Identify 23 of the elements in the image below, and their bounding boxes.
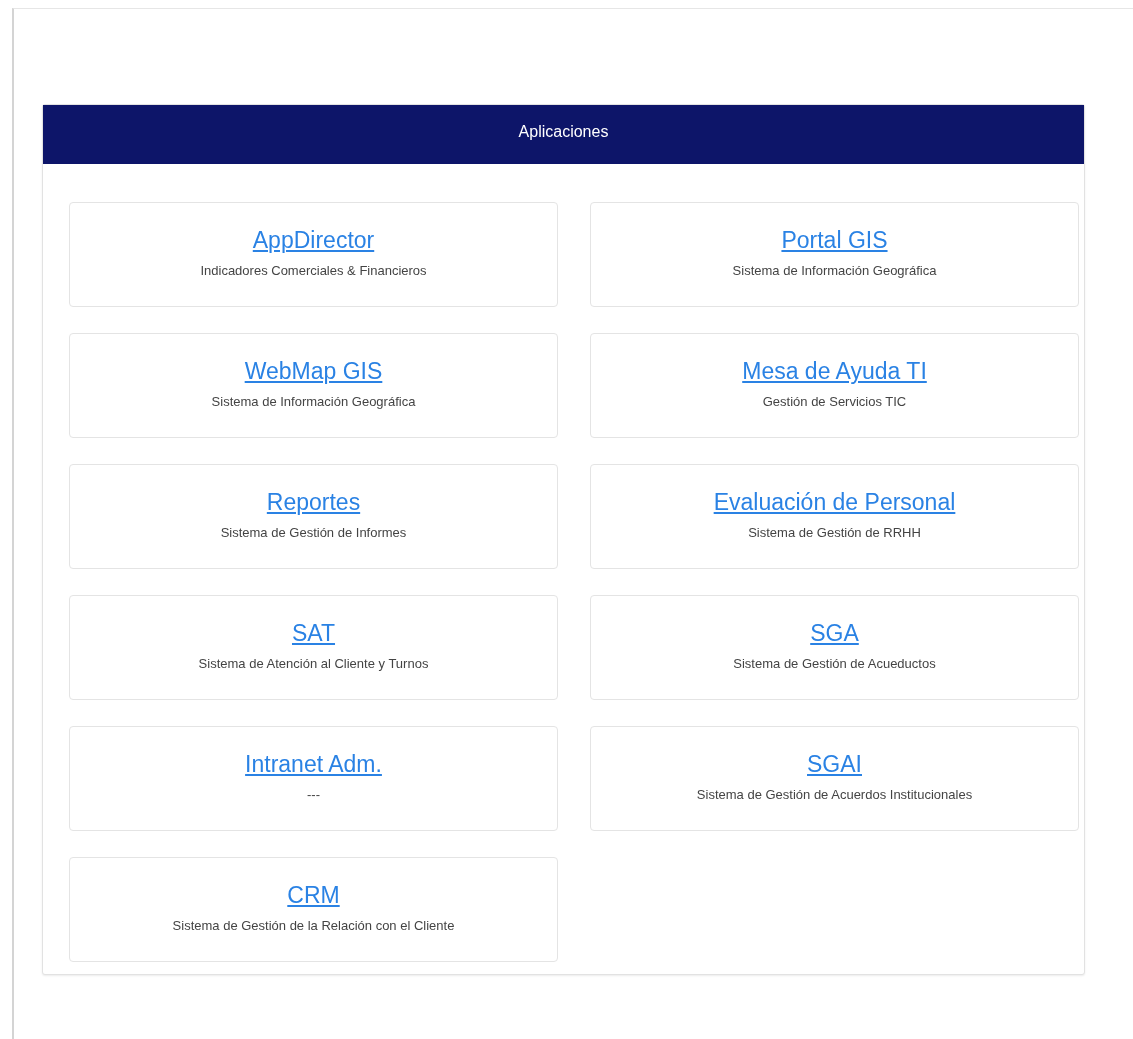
app-link[interactable]: Evaluación de Personal bbox=[713, 489, 956, 516]
app-link[interactable]: WebMap GIS bbox=[244, 358, 383, 385]
app-link[interactable]: SGA bbox=[810, 620, 859, 647]
app-description: Sistema de Atención al Cliente y Turnos bbox=[198, 656, 429, 671]
app-link[interactable]: SGAI bbox=[807, 751, 862, 778]
app-description: Sistema de Gestión de la Relación con el Cliente bbox=[172, 918, 455, 933]
app-description: Sistema de Gestión de Acuerdos Institucionales bbox=[696, 787, 973, 802]
app-description: Sistema de Gestión de RRHH bbox=[748, 525, 921, 540]
app-link[interactable]: Intranet Adm. bbox=[245, 751, 382, 778]
app-link[interactable]: Reportes bbox=[266, 489, 361, 516]
app-description: Sistema de Gestión de Acueductos bbox=[733, 656, 936, 671]
app-link[interactable]: AppDirector bbox=[252, 227, 375, 254]
app-description: Gestión de Servicios TIC bbox=[762, 394, 907, 409]
app-description: Sistema de Gestión de Informes bbox=[220, 525, 407, 540]
app-description: Indicadores Comerciales & Financieros bbox=[200, 263, 427, 278]
app-description: --- bbox=[307, 787, 320, 802]
app-link[interactable]: Portal GIS bbox=[781, 227, 888, 254]
app-link[interactable]: SAT bbox=[292, 620, 335, 647]
app-description: Sistema de Información Geográfica bbox=[732, 263, 937, 278]
app-link[interactable]: CRM bbox=[287, 882, 340, 909]
app-description: Sistema de Información Geográfica bbox=[211, 394, 416, 409]
app-link[interactable]: Mesa de Ayuda TI bbox=[742, 358, 927, 385]
panel-title: Aplicaciones bbox=[518, 122, 609, 142]
